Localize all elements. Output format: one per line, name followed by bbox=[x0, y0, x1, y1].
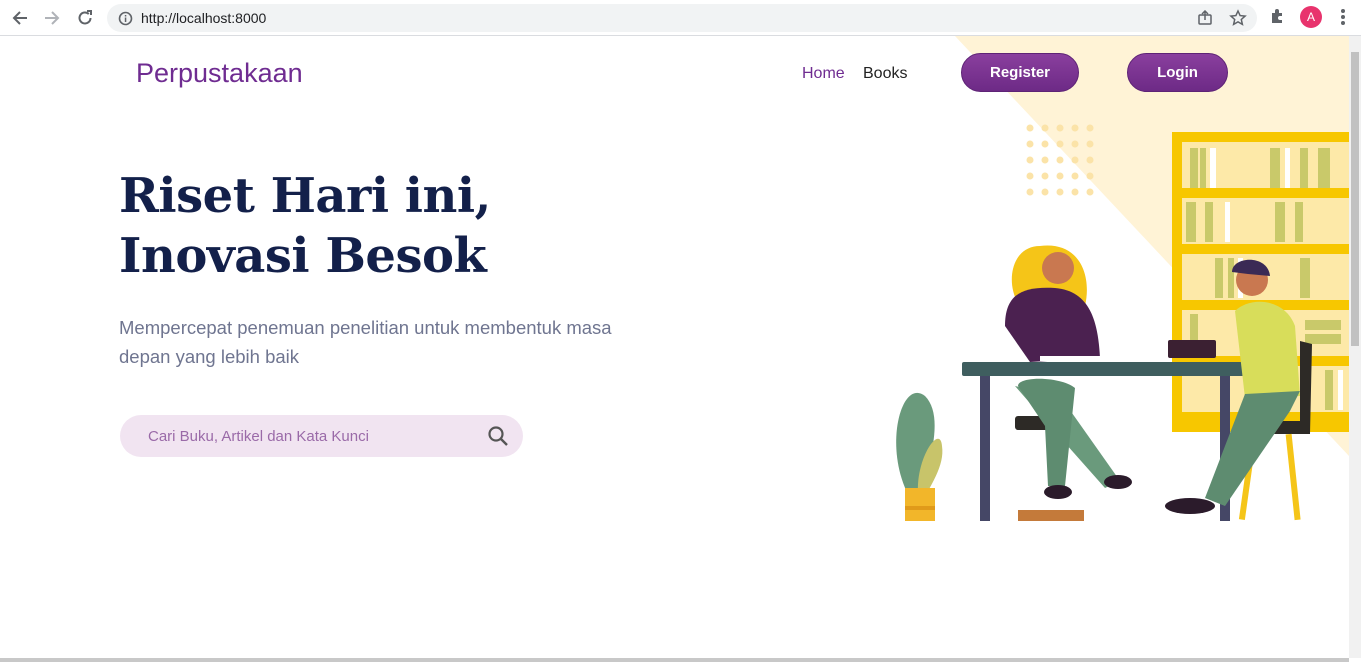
forward-icon[interactable] bbox=[41, 7, 63, 29]
url-text[interactable]: http://localhost:8000 bbox=[141, 10, 266, 26]
share-icon[interactable] bbox=[1197, 9, 1213, 31]
page: Perpustakaan Home Books Register Login R… bbox=[0, 36, 1349, 658]
library-illustration bbox=[896, 124, 1349, 521]
extensions-icon[interactable] bbox=[1269, 7, 1287, 30]
browser-toolbar: http://localhost:8000 A bbox=[0, 0, 1361, 36]
info-icon[interactable] bbox=[118, 11, 133, 31]
vertical-scrollbar[interactable] bbox=[1349, 36, 1361, 658]
menu-icon[interactable] bbox=[1336, 8, 1350, 28]
hero-subtitle: Mempercepat penemuan penelitian untuk me… bbox=[119, 317, 612, 367]
address-bar[interactable]: http://localhost:8000 bbox=[107, 4, 1257, 32]
search-bar bbox=[120, 415, 523, 457]
scrollbar-thumb[interactable] bbox=[1351, 52, 1359, 346]
search-input[interactable] bbox=[148, 415, 488, 457]
hero-title-line-1: Riset Hari ini, bbox=[119, 168, 491, 224]
search-icon[interactable] bbox=[487, 425, 509, 452]
hero-title-line-2: Inovasi Besok bbox=[119, 228, 487, 284]
nav-link-home[interactable]: Home bbox=[802, 65, 845, 83]
profile-avatar[interactable]: A bbox=[1300, 6, 1322, 28]
star-icon[interactable] bbox=[1229, 9, 1247, 32]
reload-icon[interactable] bbox=[74, 7, 96, 29]
brand-logo[interactable]: Perpustakaan bbox=[136, 58, 303, 89]
horizontal-scrollbar[interactable] bbox=[0, 658, 1349, 662]
hero-title: Riset Hari ini, Inovasi Besok bbox=[119, 166, 491, 286]
back-icon[interactable] bbox=[9, 7, 31, 29]
